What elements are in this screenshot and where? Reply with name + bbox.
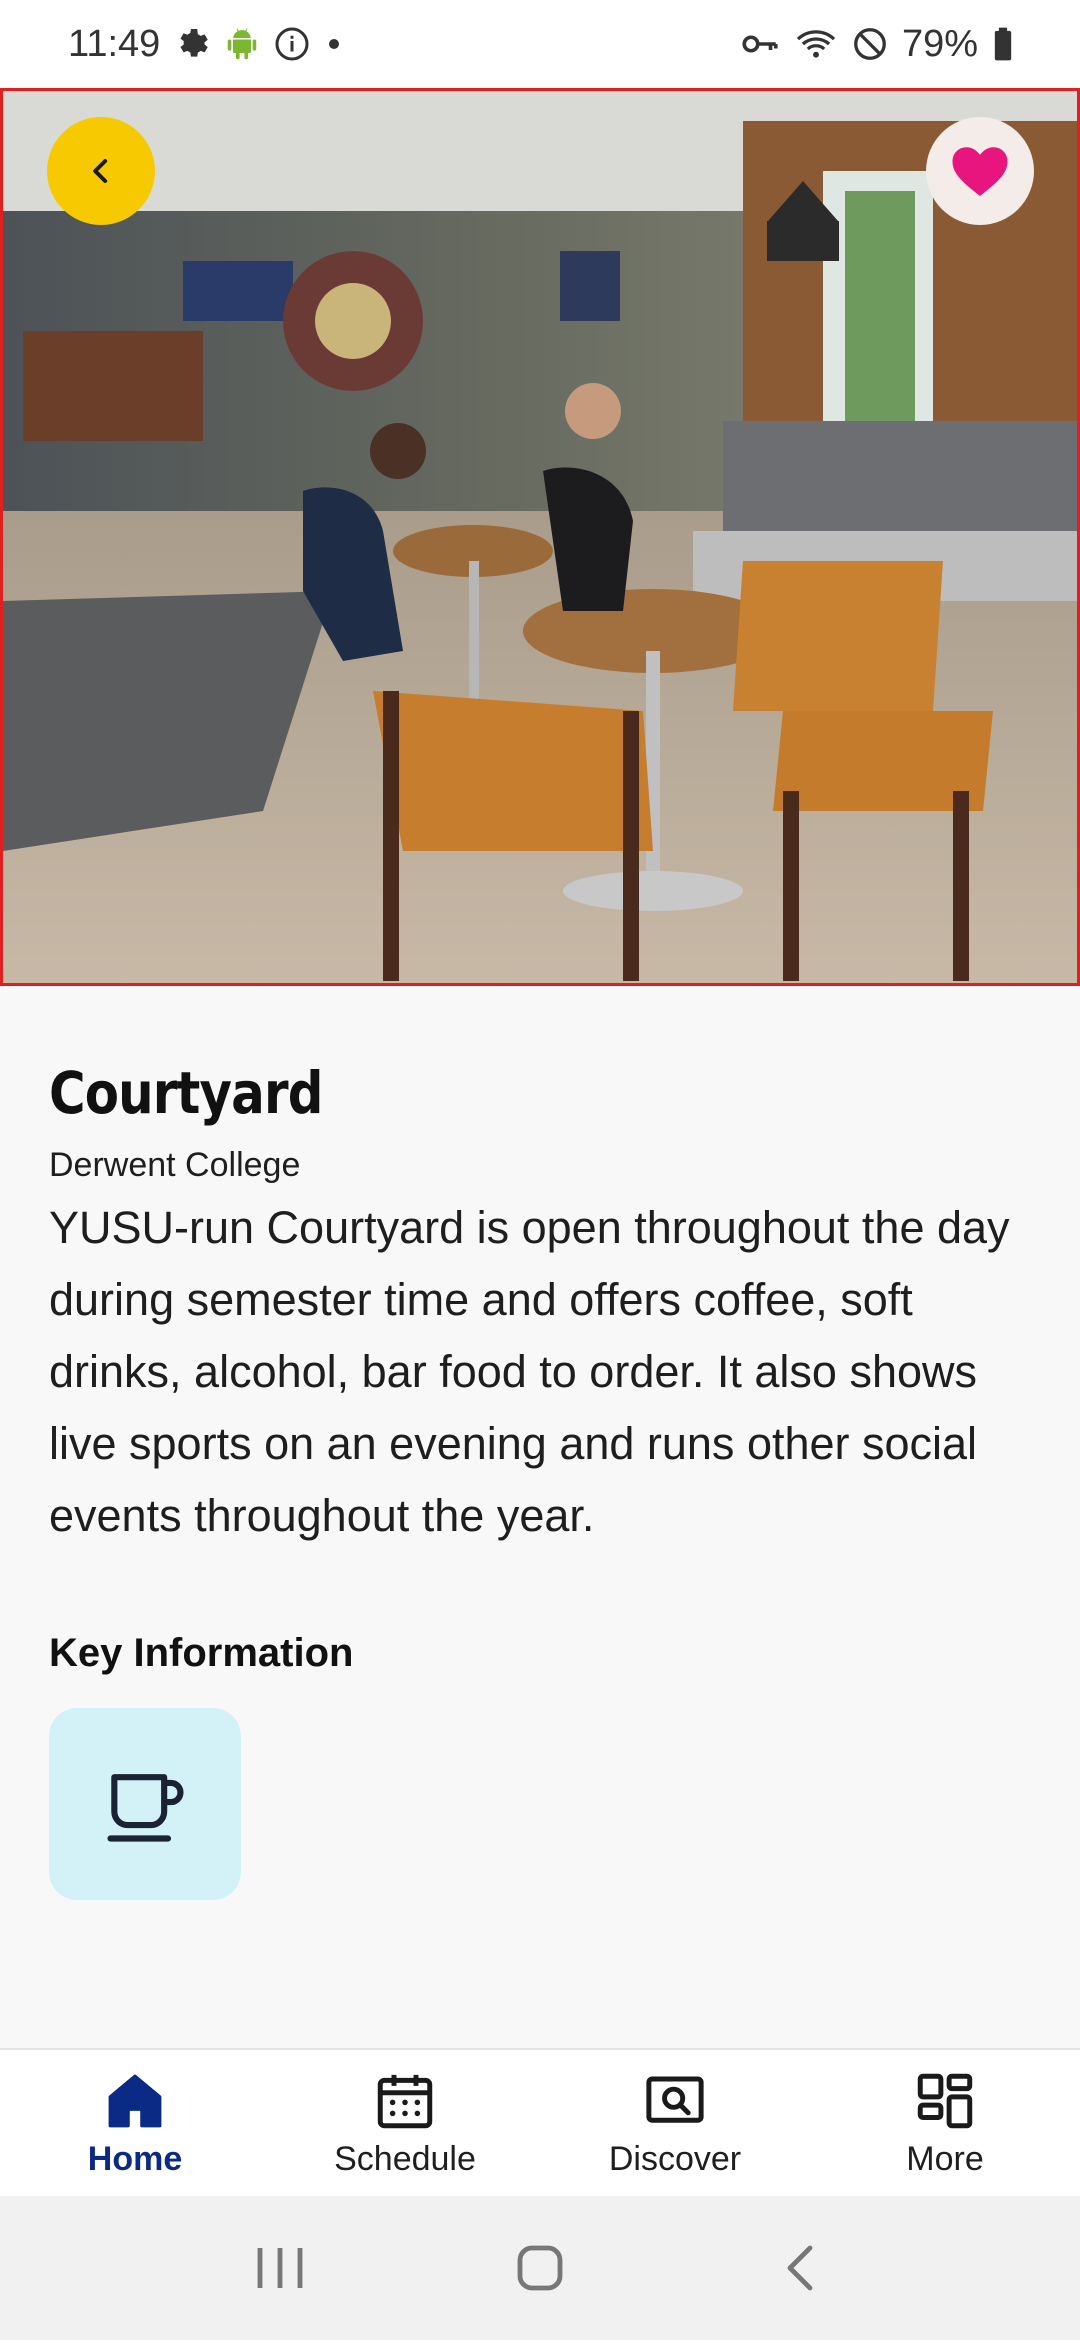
hero-photo-illustration <box>3 91 1077 983</box>
nav-schedule-label: Schedule <box>334 2140 476 2178</box>
gear-icon <box>174 26 210 62</box>
key-information-item[interactable] <box>49 1708 241 1900</box>
bottom-navigation: Home Schedule Discover More <box>0 2048 1080 2196</box>
battery-percent: 79% <box>901 22 978 65</box>
venue-details: Courtyard Derwent College YUSU-run Court… <box>49 1050 1039 1900</box>
recents-icon <box>257 2248 303 2288</box>
key-icon <box>740 26 780 62</box>
nav-more-label: More <box>906 2140 984 2178</box>
nav-home-label: Home <box>87 2140 183 2178</box>
favorite-button[interactable] <box>926 117 1034 225</box>
search-icon <box>646 2076 704 2123</box>
home-circle-icon <box>517 2245 563 2291</box>
status-bar: 11:49 79% <box>0 0 1080 88</box>
heart-icon <box>952 147 1008 196</box>
back-icon <box>787 2245 813 2291</box>
venue-title: Courtyard <box>49 1059 323 1127</box>
battery-icon <box>992 26 1014 62</box>
system-navigation-bar <box>0 2196 1080 2340</box>
back-button[interactable] <box>47 117 155 225</box>
venue-description: YUSU-run Courtyard is open throughout th… <box>49 1202 1010 1541</box>
dot-icon <box>324 34 344 54</box>
calendar-icon <box>377 2074 433 2129</box>
chevron-left-icon <box>93 159 108 183</box>
status-bar-left: 11:49 <box>68 23 344 66</box>
system-back-button[interactable] <box>740 2228 860 2308</box>
do-not-disturb-icon <box>852 26 888 62</box>
nav-more[interactable]: More <box>810 2050 1080 2196</box>
home-icon <box>108 2074 162 2128</box>
venue-location: Derwent College <box>49 1146 301 1184</box>
status-bar-right: 79% <box>740 23 1014 66</box>
wifi-icon <box>794 26 838 62</box>
grid-icon <box>917 2073 973 2129</box>
nav-schedule[interactable]: Schedule <box>270 2050 540 2196</box>
coffee-cup-icon <box>107 1774 184 1842</box>
info-icon <box>274 26 310 62</box>
recents-button[interactable] <box>220 2228 340 2308</box>
nav-home[interactable]: Home <box>0 2050 270 2196</box>
status-time: 11:49 <box>68 22 161 65</box>
hero-image <box>0 88 1080 986</box>
nav-discover[interactable]: Discover <box>540 2050 810 2196</box>
nav-discover-label: Discover <box>608 2140 742 2178</box>
home-button[interactable] <box>480 2228 600 2308</box>
android-icon <box>224 26 260 62</box>
key-information-heading: Key Information <box>49 1631 354 1675</box>
